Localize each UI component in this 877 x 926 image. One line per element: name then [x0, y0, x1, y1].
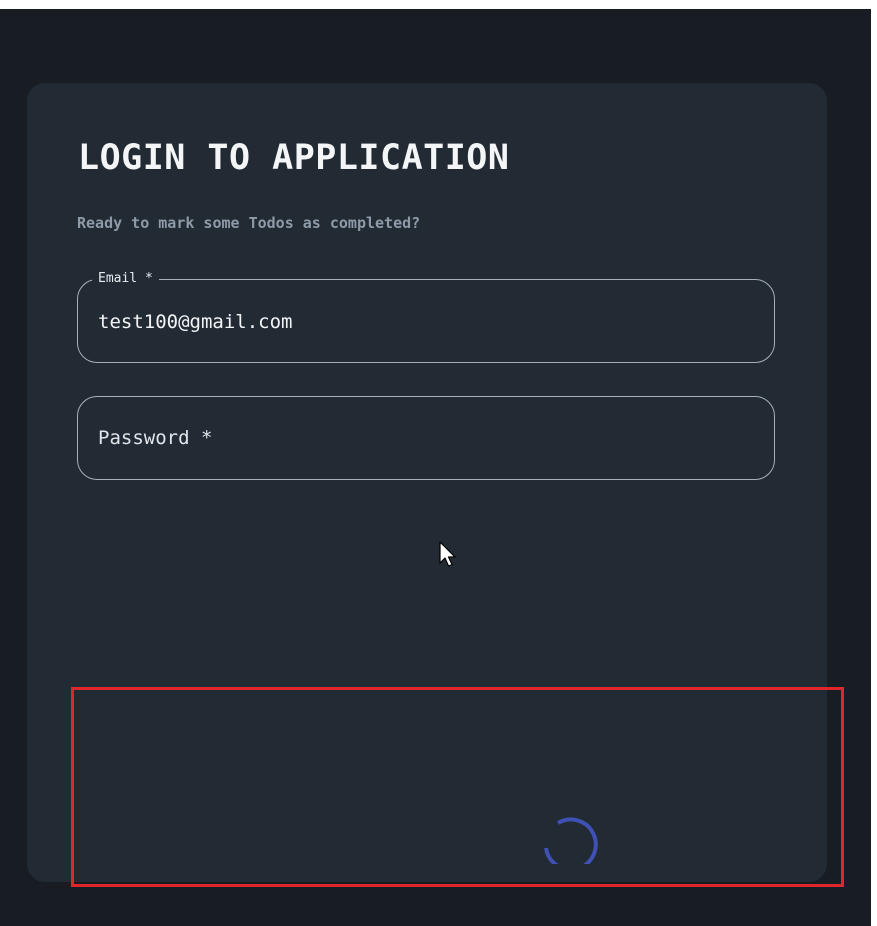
email-input-value[interactable]: test100@gmail.com — [98, 310, 292, 334]
email-field[interactable]: Email * test100@gmail.com — [77, 270, 775, 363]
highlight-rectangle — [71, 687, 844, 887]
mouse-pointer-icon — [439, 541, 456, 567]
password-field[interactable]: Password * — [77, 396, 775, 480]
page-subtitle: Ready to mark some Todos as completed? — [77, 214, 421, 232]
password-label[interactable]: Password * — [98, 426, 212, 450]
email-label: Email * — [92, 270, 159, 288]
loading-spinner-icon — [544, 817, 598, 864]
page-title: LOGIN TO APPLICATION — [78, 138, 510, 178]
